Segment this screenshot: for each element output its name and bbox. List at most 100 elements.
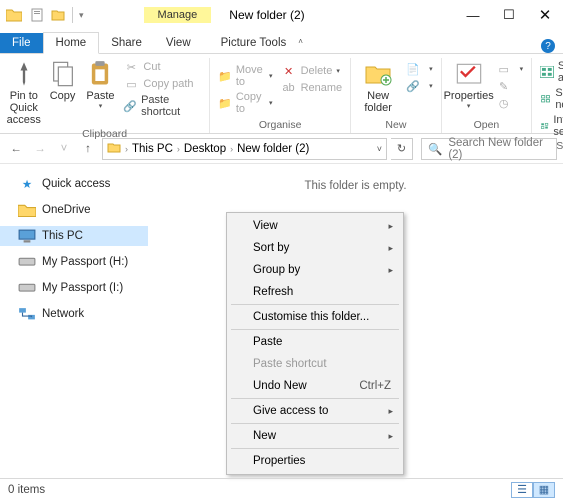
- recent-locations-button[interactable]: ˅: [54, 139, 74, 159]
- open-button[interactable]: ▭▾: [496, 62, 524, 76]
- window-title: New folder (2): [229, 8, 304, 22]
- minimize-button[interactable]: —: [455, 3, 491, 27]
- select-none-button[interactable]: Select none: [540, 87, 563, 111]
- easy-access-button[interactable]: 🔗▾: [405, 79, 433, 93]
- ctx-shortcut: Ctrl+Z: [359, 380, 391, 392]
- pin-to-quick-access-button[interactable]: Pin to Quick access: [4, 58, 44, 126]
- cut-button[interactable]: ✂Cut: [123, 60, 201, 74]
- breadcrumb-item[interactable]: Desktop: [184, 143, 226, 155]
- search-input[interactable]: 🔍 Search New folder (2): [421, 138, 557, 160]
- copy-icon: [49, 60, 77, 88]
- copy-path-button[interactable]: ▭Copy path: [123, 77, 201, 91]
- empty-folder-message: This folder is empty.: [148, 164, 563, 192]
- ctx-sort-by[interactable]: Sort by▸: [229, 237, 401, 259]
- ctx-view[interactable]: View▸: [229, 215, 401, 237]
- copy-to-button[interactable]: 📁Copy to▾: [218, 91, 272, 115]
- help-icon[interactable]: ?: [541, 39, 555, 53]
- ctx-give-access[interactable]: Give access to▸: [229, 400, 401, 422]
- ribbon-collapse-icon[interactable]: ˄: [298, 37, 303, 46]
- ctx-separator: [231, 304, 399, 305]
- chevron-right-icon: ▸: [388, 406, 393, 417]
- sidebar-item-quick-access[interactable]: ★Quick access: [0, 174, 148, 194]
- sidebar-item-this-pc[interactable]: This PC: [0, 226, 148, 246]
- quick-access-toolbar: ▾: [0, 0, 84, 30]
- ribbon-group-organise: 📁Move to▾ 📁Copy to▾ ✕Delete▾ abRename Or…: [210, 58, 351, 133]
- address-bar[interactable]: › This PC › Desktop › New folder (2) ˅: [102, 138, 387, 160]
- ctx-undo-new[interactable]: Undo NewCtrl+Z: [229, 375, 401, 397]
- tab-home[interactable]: Home: [43, 32, 100, 54]
- ribbon-group-select: Select all Select none Invert selection …: [532, 58, 563, 133]
- paste-icon: [86, 60, 114, 88]
- move-to-button[interactable]: 📁Move to▾: [218, 64, 272, 88]
- ctx-properties[interactable]: Properties: [229, 450, 401, 472]
- back-button[interactable]: ←: [6, 139, 26, 159]
- breadcrumb-item[interactable]: New folder (2): [237, 143, 309, 155]
- delete-button[interactable]: ✕Delete▾: [281, 64, 343, 78]
- paste-button[interactable]: Paste ▾: [82, 58, 120, 110]
- qat-properties-icon[interactable]: [31, 8, 45, 22]
- paste-shortcut-button[interactable]: 🔗Paste shortcut: [123, 94, 201, 118]
- app-folder-icon: [6, 8, 22, 22]
- tab-view[interactable]: View: [154, 33, 203, 53]
- copy-button[interactable]: Copy: [44, 58, 82, 102]
- chevron-right-icon: ▸: [388, 431, 393, 442]
- chevron-down-icon: ▾: [467, 102, 471, 110]
- pc-icon: [107, 141, 121, 156]
- new-folder-button[interactable]: New folder: [355, 58, 401, 114]
- properties-icon: [455, 60, 483, 88]
- history-button[interactable]: ◷: [496, 96, 524, 110]
- new-item-button[interactable]: 📄▾: [405, 62, 433, 76]
- address-dropdown-icon[interactable]: ˅: [377, 144, 382, 154]
- ribbon-group-new: New folder 📄▾ 🔗▾ New: [351, 58, 442, 133]
- breadcrumb-sep-icon[interactable]: ›: [228, 144, 235, 154]
- breadcrumb-item[interactable]: This PC: [132, 143, 173, 155]
- ctx-paste-shortcut[interactable]: Paste shortcut: [229, 353, 401, 375]
- tab-share[interactable]: Share: [99, 33, 154, 53]
- ctx-paste[interactable]: Paste: [229, 331, 401, 353]
- ctx-group-by[interactable]: Group by▸: [229, 259, 401, 281]
- network-icon: [18, 307, 36, 321]
- refresh-button[interactable]: ↻: [391, 138, 413, 160]
- breadcrumb-sep-icon[interactable]: ›: [123, 144, 130, 154]
- maximize-button[interactable]: ☐: [491, 3, 527, 27]
- tab-picture-tools[interactable]: Picture Tools: [209, 33, 299, 53]
- select-all-button[interactable]: Select all: [540, 60, 563, 84]
- up-button[interactable]: ↑: [78, 139, 98, 159]
- ribbon-group-clipboard: Pin to Quick access Copy Paste ▾ ✂Cut ▭C…: [0, 58, 210, 133]
- ctx-new[interactable]: New▸: [229, 425, 401, 447]
- move-to-icon: 📁: [218, 69, 232, 83]
- breadcrumb-sep-icon[interactable]: ›: [175, 144, 182, 154]
- details-view-button[interactable]: ☰: [511, 482, 533, 498]
- cut-icon: ✂: [123, 60, 139, 74]
- close-button[interactable]: ✕: [527, 3, 563, 27]
- new-item-icon: 📄: [405, 62, 421, 76]
- forward-button[interactable]: →: [30, 139, 50, 159]
- tab-file[interactable]: File: [0, 33, 43, 53]
- drive-icon: [18, 255, 36, 269]
- sidebar-item-onedrive[interactable]: OneDrive: [0, 200, 148, 220]
- history-icon: ◷: [496, 96, 512, 110]
- view-toggle: ☰ ▦: [511, 482, 555, 498]
- rename-button[interactable]: abRename: [281, 81, 343, 95]
- properties-button[interactable]: Properties ▾: [446, 58, 492, 110]
- sidebar-item-passport-i[interactable]: My Passport (I:): [0, 278, 148, 298]
- pin-icon: [10, 60, 38, 88]
- sidebar-item-passport-h[interactable]: My Passport (H:): [0, 252, 148, 272]
- qat-dropdown-icon[interactable]: ▾: [79, 10, 84, 21]
- context-menu: View▸ Sort by▸ Group by▸ Refresh Customi…: [226, 212, 404, 475]
- sidebar-item-network[interactable]: Network: [0, 304, 148, 324]
- qat-new-folder-icon[interactable]: [51, 8, 65, 22]
- ctx-customise[interactable]: Customise this folder...: [229, 306, 401, 328]
- search-placeholder: Search New folder (2): [448, 137, 550, 161]
- edit-button[interactable]: ✎: [496, 79, 524, 93]
- thumbnails-view-button[interactable]: ▦: [533, 482, 555, 498]
- ctx-separator: [231, 398, 399, 399]
- ctx-refresh[interactable]: Refresh: [229, 281, 401, 303]
- copy-to-icon: 📁: [218, 96, 232, 110]
- group-label-select: Select: [556, 138, 563, 152]
- group-label-organise: Organise: [259, 117, 302, 131]
- ribbon-tabs: File Home Share View Picture Tools ˄ ?: [0, 30, 563, 54]
- select-all-icon: [540, 66, 554, 78]
- invert-selection-button[interactable]: Invert selection: [540, 114, 563, 138]
- status-bar: 0 items ☰ ▦: [0, 478, 563, 500]
